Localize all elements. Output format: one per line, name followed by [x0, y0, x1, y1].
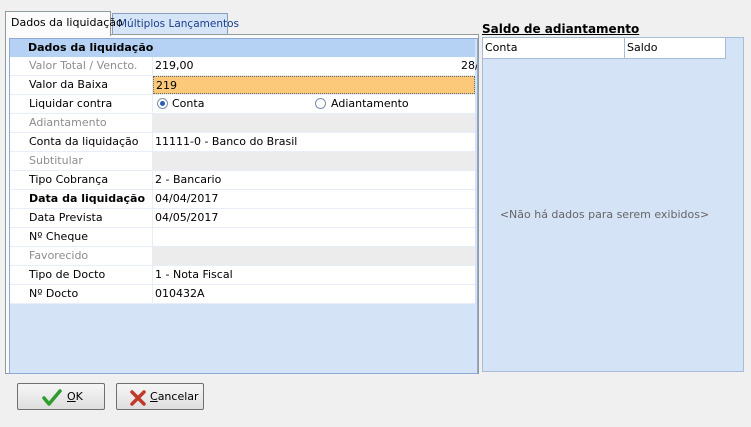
property-grid: Dados da liquidação Valor Total / Vencto…: [9, 38, 478, 374]
tab-label: Múltiplos Lançamentos: [118, 18, 239, 30]
row-subtitular: Subtitular: [10, 152, 475, 171]
row-label: Conta da liquidação: [10, 133, 153, 151]
row-value: 219,00 28/04/2006: [153, 57, 477, 75]
column-saldo[interactable]: Saldo: [625, 38, 726, 58]
row-valor-total: Valor Total / Vencto. 219,00 28/04/2006: [10, 57, 477, 76]
row-liquidar-contra: Liquidar contra Conta Adiantamento: [10, 95, 475, 114]
numero-docto-field[interactable]: 010432A: [153, 285, 475, 303]
valor-total-value: 219,00: [155, 59, 194, 72]
row-label: Data Prevista: [10, 209, 153, 227]
row-label: Subtitular: [10, 152, 153, 170]
row-label: Valor da Baixa: [10, 76, 153, 94]
row-adiantamento: Adiantamento: [10, 114, 475, 133]
valor-baixa-input[interactable]: 219: [153, 76, 475, 94]
row-value: Conta Adiantamento: [153, 95, 475, 113]
data-prevista-field[interactable]: 04/05/2017: [153, 209, 475, 227]
row-valor-baixa[interactable]: Valor da Baixa 219: [10, 76, 475, 95]
grid-header: Dados da liquidação: [10, 39, 475, 57]
row-label: Valor Total / Vencto.: [10, 57, 153, 75]
row-label: Nº Cheque: [10, 228, 153, 246]
conta-liquidacao-field[interactable]: 11111-0 - Banco do Brasil: [153, 133, 475, 151]
radio-conta[interactable]: [157, 98, 168, 109]
row-numero-cheque[interactable]: Nº Cheque: [10, 228, 475, 247]
row-label: Nº Docto: [10, 285, 153, 303]
saldo-adiantamento-title: Saldo de adiantamento: [482, 22, 640, 36]
cancel-button[interactable]: Cancelar: [116, 383, 204, 410]
close-icon: [130, 390, 146, 406]
row-tipo-cobranca[interactable]: Tipo Cobrança 2 - Bancario: [10, 171, 475, 190]
tab-panel: Dados da liquidação Valor Total / Vencto…: [5, 34, 479, 374]
data-liquidacao-field[interactable]: 04/04/2017: [153, 190, 475, 208]
row-conta-liquidacao[interactable]: Conta da liquidação 11111-0 - Banco do B…: [10, 133, 475, 152]
tab-label: Dados da liquidação: [11, 16, 123, 29]
tipo-cobranca-field[interactable]: 2 - Bancario: [153, 171, 475, 189]
row-label: Tipo de Docto: [10, 266, 153, 284]
row-label: Adiantamento: [10, 114, 153, 132]
checkmark-icon: [42, 389, 62, 406]
favorecido-field: [153, 247, 475, 265]
row-label: Tipo Cobrança: [10, 171, 153, 189]
empty-message: <Não há dados para serem exibidos>: [499, 208, 710, 221]
row-label: Data da liquidação: [10, 190, 153, 208]
tab-dados-da-liquidacao[interactable]: Dados da liquidação: [5, 11, 123, 36]
radio-conta-label[interactable]: Conta: [172, 95, 204, 113]
vencto-value: 28/04/2006: [461, 59, 477, 72]
tipo-docto-field[interactable]: 1 - Nota Fiscal: [153, 266, 475, 284]
tab-multiplos-lancamentos[interactable]: Múltiplos Lançamentos: [112, 13, 239, 34]
ok-label: OK: [67, 390, 83, 403]
subtitular-field: [153, 152, 475, 170]
row-data-liquidacao[interactable]: Data da liquidação 04/04/2017: [10, 190, 475, 209]
adiantamento-field: [153, 114, 475, 132]
row-numero-docto[interactable]: Nº Docto 010432A: [10, 285, 475, 304]
numero-cheque-field[interactable]: [153, 228, 475, 246]
column-conta[interactable]: Conta: [483, 38, 625, 58]
ok-button[interactable]: OK: [17, 383, 105, 410]
row-data-prevista[interactable]: Data Prevista 04/05/2017: [10, 209, 475, 228]
grid-column-header: Conta Saldo: [483, 38, 726, 59]
cancel-label: Cancelar: [150, 390, 199, 403]
row-label: Favorecido: [10, 247, 153, 265]
radio-adiantamento-label[interactable]: Adiantamento: [331, 95, 409, 113]
row-label: Liquidar contra: [10, 95, 153, 113]
row-tipo-docto[interactable]: Tipo de Docto 1 - Nota Fiscal: [10, 266, 475, 285]
radio-adiantamento[interactable]: [315, 98, 326, 109]
saldo-adiantamento-grid: Conta Saldo <Não há dados para serem exi…: [482, 37, 744, 372]
row-favorecido: Favorecido: [10, 247, 475, 266]
